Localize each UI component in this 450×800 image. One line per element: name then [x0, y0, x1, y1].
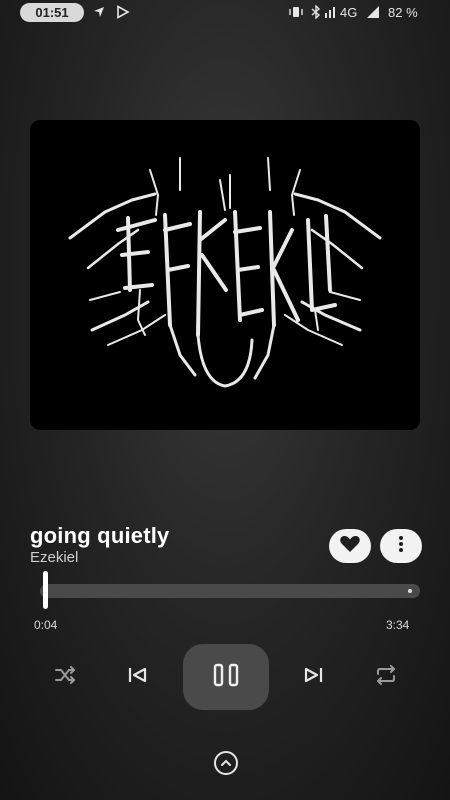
progress-handle[interactable]: [43, 571, 49, 609]
more-vertical-icon: [398, 535, 404, 558]
next-button[interactable]: [301, 664, 327, 690]
repeat-icon: [375, 664, 397, 690]
progress-bar[interactable]: [40, 584, 420, 598]
chevron-up-icon: [220, 754, 232, 772]
skip-next-icon: [303, 666, 325, 689]
status-time: 01:51: [20, 3, 84, 22]
more-options-button[interactable]: [380, 529, 422, 563]
vibrate-icon: [288, 5, 304, 24]
signal-bars-icon: [324, 5, 336, 24]
play-pause-button[interactable]: [183, 644, 269, 710]
play-store-icon: [116, 5, 130, 24]
network-type: 4G: [340, 5, 358, 20]
pause-icon: [212, 663, 240, 692]
skip-previous-icon: [126, 666, 148, 689]
cell-signal-icon: [366, 5, 380, 24]
heart-icon: [339, 534, 361, 559]
battery-level: 82 %: [388, 5, 418, 20]
total-duration: 3:34: [386, 618, 410, 632]
shuffle-icon: [54, 665, 76, 689]
status-bar: 01:51 4G 82 %: [0, 0, 450, 26]
album-art: [30, 120, 420, 430]
ezekiel-logo-art: [68, 157, 382, 388]
location-arrow-icon: [92, 5, 106, 24]
progress-end-dot: [408, 589, 412, 593]
previous-button[interactable]: [124, 664, 150, 690]
like-button[interactable]: [329, 529, 371, 563]
repeat-button[interactable]: [373, 664, 399, 690]
track-title: going quietly: [30, 523, 170, 548]
bluetooth-icon: [310, 4, 322, 24]
track-artist[interactable]: Ezekiel: [30, 549, 78, 566]
shuffle-button[interactable]: [52, 664, 78, 690]
expand-queue-button[interactable]: [214, 751, 238, 775]
elapsed-time: 0:04: [34, 618, 58, 632]
